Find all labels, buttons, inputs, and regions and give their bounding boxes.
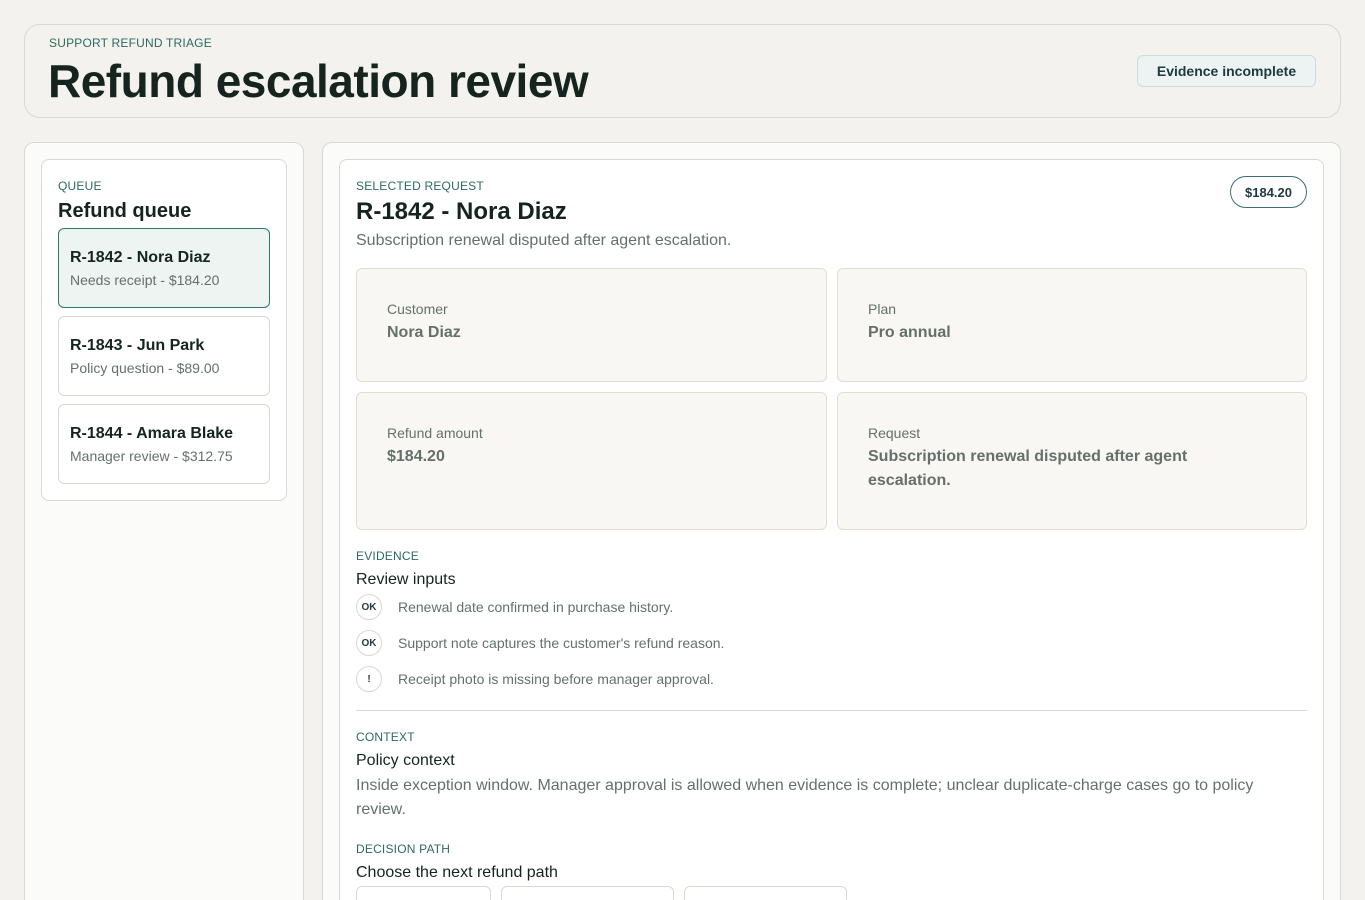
decision-path-option[interactable] — [356, 886, 491, 900]
queue-item-title: R-1843 - Jun Park — [70, 337, 205, 354]
queue-item-subtitle: Needs receipt - $184.20 — [70, 272, 220, 288]
queue-item-r1842[interactable]: R-1842 - Nora Diaz Needs receipt - $184.… — [58, 228, 270, 308]
amount-pill: $184.20 — [1230, 176, 1307, 208]
evidence-item: ! Receipt photo is missing before manage… — [356, 666, 714, 692]
sidebar: QUEUE Refund queue R-1842 - Nora Diaz Ne… — [24, 142, 304, 900]
field-label: Customer — [387, 301, 448, 317]
queue-item-r1843[interactable]: R-1843 - Jun Park Policy question - $89.… — [58, 316, 270, 396]
field-refund-amount: Refund amount $184.20 — [356, 392, 827, 530]
queue-item-subtitle: Manager review - $312.75 — [70, 448, 233, 464]
request-detail-card: SELECTED REQUEST R-1842 - Nora Diaz Subs… — [339, 159, 1324, 900]
field-request: Request Subscription renewal disputed af… — [837, 392, 1307, 530]
field-value: Pro annual — [868, 324, 951, 341]
decision-eyebrow: DECISION PATH — [356, 842, 451, 856]
field-label: Refund amount — [387, 425, 483, 441]
evidence-item: OK Support note captures the customer's … — [356, 630, 724, 656]
field-plan: Plan Pro annual — [837, 268, 1307, 382]
queue-title: Refund queue — [58, 200, 192, 222]
divider — [356, 710, 1307, 711]
request-summary: Subscription renewal disputed after agen… — [356, 232, 732, 249]
evidence-text: Receipt photo is missing before manager … — [398, 671, 714, 687]
evidence-title: Review inputs — [356, 571, 456, 588]
status-badge: Evidence incomplete — [1137, 55, 1316, 87]
field-value: Nora Diaz — [387, 324, 461, 341]
evidence-text: Support note captures the customer's ref… — [398, 635, 725, 651]
queue-item-r1844[interactable]: R-1844 - Amara Blake Manager review - $3… — [58, 404, 270, 484]
queue-card: QUEUE Refund queue R-1842 - Nora Diaz Ne… — [41, 159, 287, 501]
queue-item-title: R-1842 - Nora Diaz — [70, 249, 211, 266]
detail-eyebrow: SELECTED REQUEST — [356, 179, 484, 193]
queue-item-subtitle: Policy question - $89.00 — [70, 360, 220, 376]
evidence-eyebrow: EVIDENCE — [356, 549, 419, 563]
field-label: Plan — [868, 301, 897, 317]
decision-title: Choose the next refund path — [356, 864, 558, 881]
warning-badge-icon: ! — [356, 666, 382, 692]
header-eyebrow: SUPPORT REFUND TRIAGE — [49, 36, 212, 50]
request-title: R-1842 - Nora Diaz — [356, 198, 567, 225]
field-label: Request — [868, 425, 921, 441]
context-title: Policy context — [356, 752, 455, 769]
context-eyebrow: CONTEXT — [356, 730, 415, 744]
field-value: Subscription renewal disputed after agen… — [868, 448, 1188, 489]
main-panel: SELECTED REQUEST R-1842 - Nora Diaz Subs… — [322, 142, 1341, 900]
ok-badge-icon: OK — [356, 630, 382, 656]
decision-path-option[interactable] — [501, 886, 674, 900]
evidence-text: Renewal date confirmed in purchase histo… — [398, 599, 674, 615]
decision-path-option[interactable] — [684, 886, 847, 900]
field-value: $184.20 — [387, 448, 445, 465]
page-header: SUPPORT REFUND TRIAGE Refund escalation … — [24, 24, 1341, 118]
ok-badge-icon: OK — [356, 594, 382, 620]
field-customer: Customer Nora Diaz — [356, 268, 827, 382]
policy-text: Inside exception window. Manager approva… — [356, 777, 1254, 818]
page-title: Refund escalation review — [48, 55, 589, 107]
queue-eyebrow: QUEUE — [58, 179, 102, 193]
queue-item-title: R-1844 - Amara Blake — [70, 425, 234, 442]
evidence-item: OK Renewal date confirmed in purchase hi… — [356, 594, 673, 620]
